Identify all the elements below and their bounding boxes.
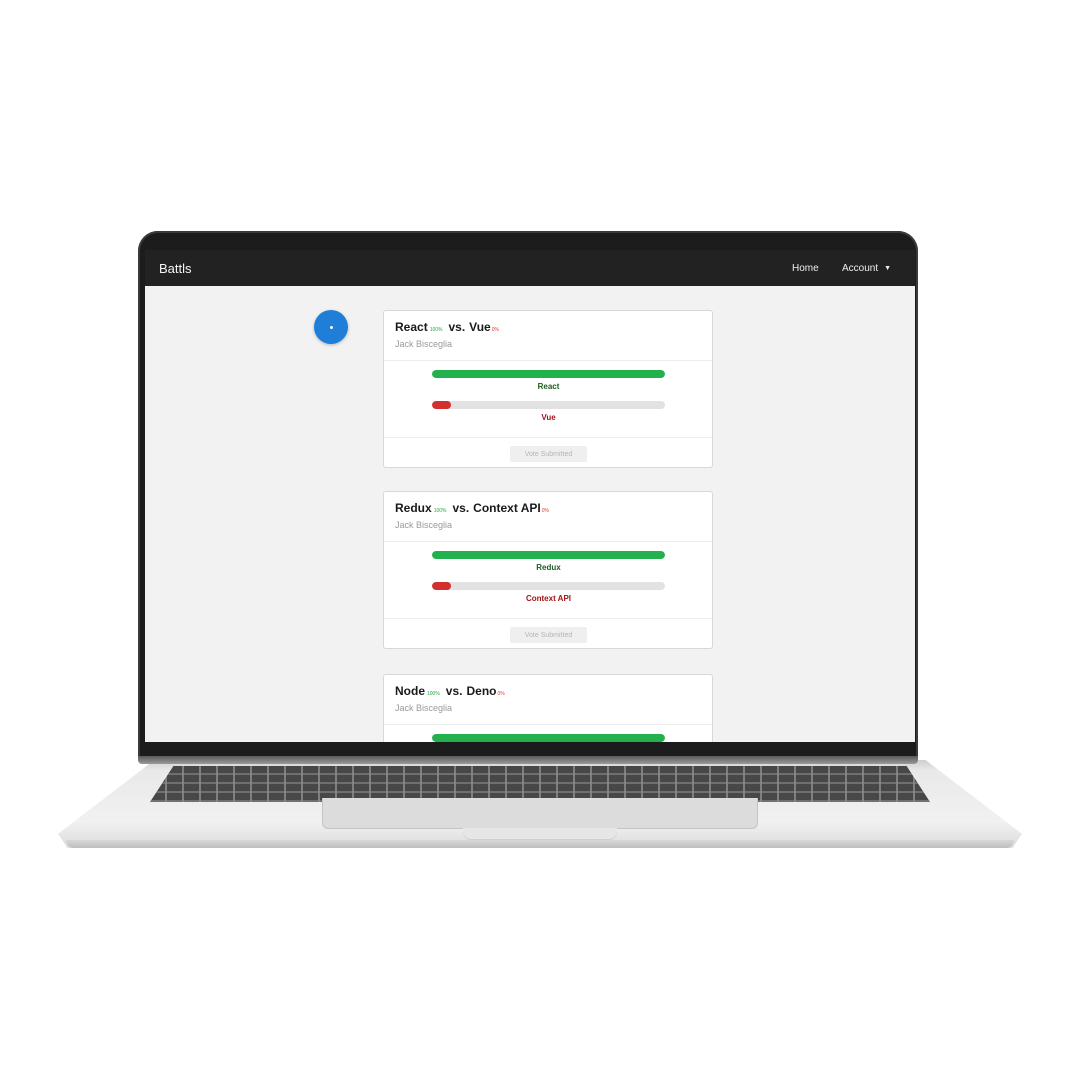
option-a-bar[interactable] (432, 551, 665, 559)
option-a-name: React (395, 320, 428, 334)
option-a-label: Redux (536, 563, 561, 572)
vs-label: vs. (445, 684, 463, 698)
battle-card: Redux 100% vs. Context API 0% Jack Bisce… (383, 491, 713, 649)
laptop-keyboard-rows (150, 766, 930, 802)
battle-card-body: Redux Context API (384, 542, 712, 619)
laptop-screen: Battls Home Account ▼ React 100% vs. Vue… (145, 250, 915, 742)
battle-card-header: Redux 100% vs. Context API 0% Jack Bisce… (384, 492, 712, 542)
battle-author: Jack Bisceglia (395, 339, 453, 349)
option-b-bar-fill (432, 582, 451, 590)
option-a-name: Node (395, 684, 425, 698)
option-b-percent: 0% (541, 508, 549, 514)
vote-submitted-button[interactable]: Vote Submitted (510, 627, 587, 643)
option-a-bar[interactable] (432, 734, 665, 742)
brand-logo[interactable]: Battls (159, 261, 192, 276)
battle-card: React 100% vs. Vue 0% Jack Bisceglia Rea… (383, 310, 713, 468)
battle-card-header: React 100% vs. Vue 0% Jack Bisceglia (384, 311, 712, 361)
dot-icon (329, 325, 333, 329)
option-b-name: Deno (466, 684, 497, 698)
battle-title: React 100% vs. Vue 0% (395, 320, 499, 334)
battle-title: Redux 100% vs. Context API 0% (395, 501, 549, 515)
battle-card-body (384, 725, 712, 742)
vs-label: vs. (452, 501, 470, 515)
battle-card: Node 100% vs. Deno 0% Jack Bisceglia (383, 674, 713, 742)
battle-author: Jack Bisceglia (395, 703, 453, 713)
nav-account-dropdown[interactable]: Account ▼ (842, 263, 891, 274)
laptop-trackpad (322, 798, 758, 829)
option-a-bar[interactable] (432, 370, 665, 378)
nav-home-link[interactable]: Home (792, 263, 819, 274)
option-b-bar[interactable] (432, 582, 665, 590)
battle-card-body: React Vue (384, 361, 712, 438)
battle-card-footer: Vote Submitted (384, 619, 712, 651)
option-a-label: React (537, 382, 560, 391)
caret-down-icon: ▼ (884, 264, 892, 272)
option-b-percent: 0% (491, 327, 499, 333)
battle-card-header: Node 100% vs. Deno 0% Jack Bisceglia (384, 675, 712, 725)
option-a-name: Redux (395, 501, 432, 515)
nav-account-label: Account (842, 262, 879, 274)
laptop-bottom-edge (66, 840, 1014, 848)
option-b-name: Vue (469, 320, 491, 334)
laptop-notch (463, 828, 617, 840)
option-b-percent: 0% (497, 691, 505, 697)
battle-title: Node 100% vs. Deno 0% (395, 684, 505, 698)
option-a-bar-fill (432, 734, 665, 742)
option-a-percent: 100% (433, 508, 447, 514)
battle-card-footer: Vote Submitted (384, 438, 712, 470)
laptop-hinge (138, 756, 918, 764)
option-b-bar-fill (432, 401, 451, 409)
option-a-percent: 100% (427, 691, 440, 697)
option-b-label: Vue (541, 413, 556, 422)
navbar: Battls Home Account ▼ (145, 250, 915, 286)
option-a-bar-fill (432, 551, 665, 559)
option-a-percent: 100% (429, 327, 443, 333)
new-battle-button[interactable] (314, 310, 348, 344)
vote-submitted-button[interactable]: Vote Submitted (510, 446, 587, 462)
battle-author: Jack Bisceglia (395, 520, 453, 530)
vs-label: vs. (448, 320, 466, 334)
option-b-name: Context API (473, 501, 541, 515)
option-a-bar-fill (432, 370, 665, 378)
option-b-bar[interactable] (432, 401, 665, 409)
option-b-label: Context API (525, 594, 572, 603)
